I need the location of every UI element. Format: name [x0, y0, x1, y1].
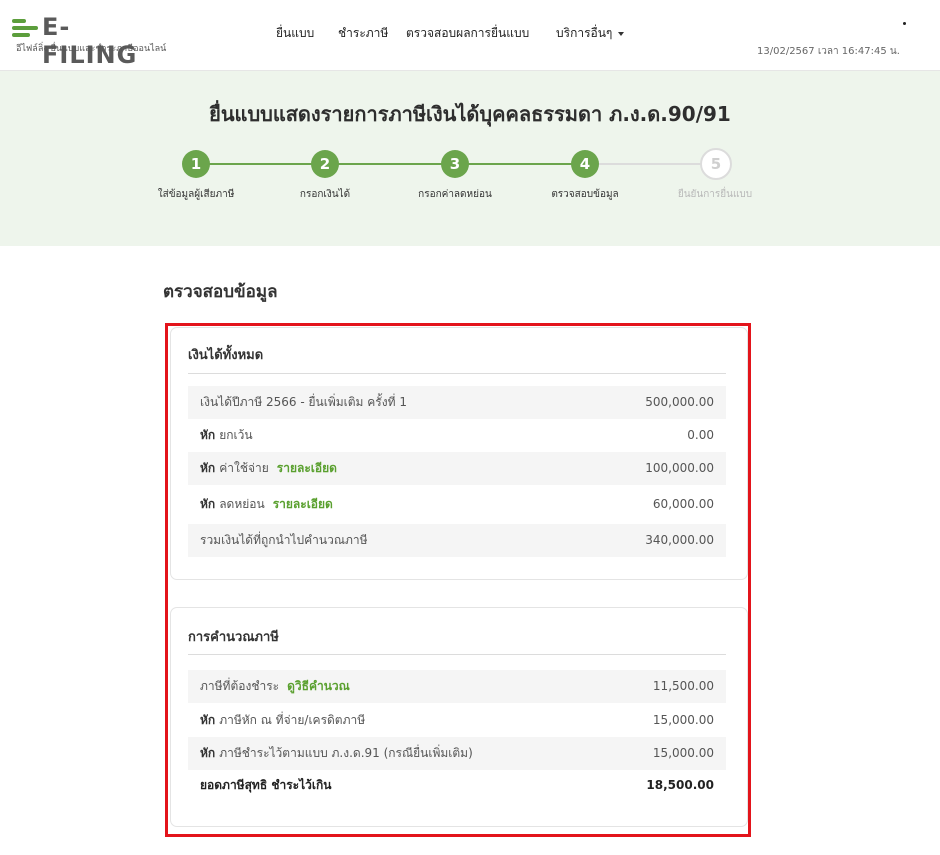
section-title: ตรวจสอบข้อมูล — [163, 282, 278, 302]
top-header: E-FILING อีไฟล์ลิ่ง ยื่นแบบและชำระภาษีออ… — [0, 0, 940, 71]
form-banner: ยื่นแบบแสดงรายการภาษีเงินได้บุคคลธรรมดา … — [0, 71, 940, 246]
nav-file[interactable]: ยื่นแบบ — [276, 24, 314, 43]
step-connector — [585, 163, 715, 165]
step-4-circle[interactable]: 4 — [571, 150, 599, 178]
step-2-circle[interactable]: 2 — [311, 150, 339, 178]
step-3-circle[interactable]: 3 — [441, 150, 469, 178]
caret-down-icon — [618, 31, 625, 36]
logo-mark-icon — [12, 16, 42, 38]
nav-pay[interactable]: ชำระภาษี — [338, 24, 388, 43]
step-3-label: กรอกค่าลดหย่อน — [418, 189, 492, 200]
user-menu-dot-icon[interactable] — [903, 22, 906, 25]
highlight-box — [165, 323, 751, 837]
step-1-label: ใส่ข้อมูลผู้เสียภาษี — [157, 189, 235, 200]
efiling-logo[interactable]: E-FILING อีไฟล์ลิ่ง ยื่นแบบและชำระภาษีออ… — [12, 13, 166, 69]
current-datetime: 13/02/2567 เวลา 16:47:45 น. — [757, 46, 900, 57]
nav-other-services-label: บริการอื่นๆ — [556, 26, 613, 40]
logo-subtitle: อีไฟล์ลิ่ง ยื่นแบบและชำระภาษีออนไลน์ — [16, 44, 167, 54]
nav-check-results[interactable]: ตรวจสอบผลการยื่นแบบ — [406, 24, 529, 43]
form-title: ยื่นแบบแสดงรายการภาษีเงินได้บุคคลธรรมดา … — [209, 102, 731, 126]
step-connector — [196, 163, 325, 165]
step-5-circle: 5 — [700, 148, 732, 180]
step-1-circle[interactable]: 1 — [182, 150, 210, 178]
step-5-label: ยืนยันการยื่นแบบ — [677, 189, 753, 200]
nav-other-services[interactable]: บริการอื่นๆ — [556, 24, 625, 43]
step-4-label: ตรวจสอบข้อมูล — [551, 189, 619, 200]
step-connector — [455, 163, 585, 165]
step-2-label: กรอกเงินได้ — [299, 189, 351, 200]
step-connector — [325, 163, 455, 165]
